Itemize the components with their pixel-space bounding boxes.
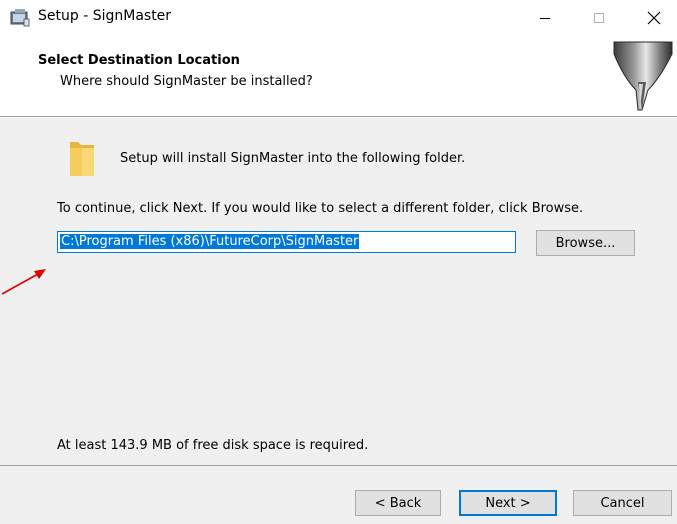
page-subtitle: Where should SignMaster be installed? <box>60 74 313 89</box>
minimize-icon <box>540 18 550 19</box>
disk-space-requirement: At least 143.9 MB of free disk space is … <box>57 438 369 453</box>
next-button-label: Next > <box>485 495 531 511</box>
window-title: Setup - SignMaster <box>38 8 172 24</box>
browse-button[interactable]: Browse... <box>536 230 635 256</box>
close-icon <box>647 11 661 25</box>
wizard-header: Select Destination Location Where should… <box>0 36 677 116</box>
title-bar: Setup - SignMaster <box>0 0 677 36</box>
browse-button-label: Browse... <box>555 235 616 251</box>
maximize-icon <box>594 13 604 23</box>
annotation-arrow-icon <box>1 269 46 295</box>
back-button[interactable]: < Back <box>355 490 441 516</box>
wizard-drill-image <box>613 41 673 111</box>
cancel-button[interactable]: Cancel <box>573 490 672 516</box>
folder-icon <box>70 142 94 176</box>
cancel-button-label: Cancel <box>600 495 645 511</box>
minimize-button[interactable] <box>522 0 568 36</box>
back-button-label: < Back <box>374 495 422 511</box>
setup-window: Setup - SignMaster Select Destination Lo… <box>0 0 677 524</box>
instructions-text: To continue, click Next. If you would li… <box>57 201 584 216</box>
wizard-body: Setup will install SignMaster into the f… <box>0 118 677 465</box>
destination-path-value: C:\Program Files (x86)\FutureCorp\SignMa… <box>60 234 360 249</box>
maximize-button[interactable] <box>576 0 622 36</box>
install-folder-intro: Setup will install SignMaster into the f… <box>120 151 466 166</box>
wizard-footer: < Back Next > Cancel <box>0 466 677 524</box>
installer-icon <box>10 9 30 27</box>
destination-path-input[interactable]: C:\Program Files (x86)\FutureCorp\SignMa… <box>57 231 516 253</box>
page-title: Select Destination Location <box>38 53 240 68</box>
next-button[interactable]: Next > <box>459 490 557 516</box>
close-button[interactable] <box>631 0 677 36</box>
